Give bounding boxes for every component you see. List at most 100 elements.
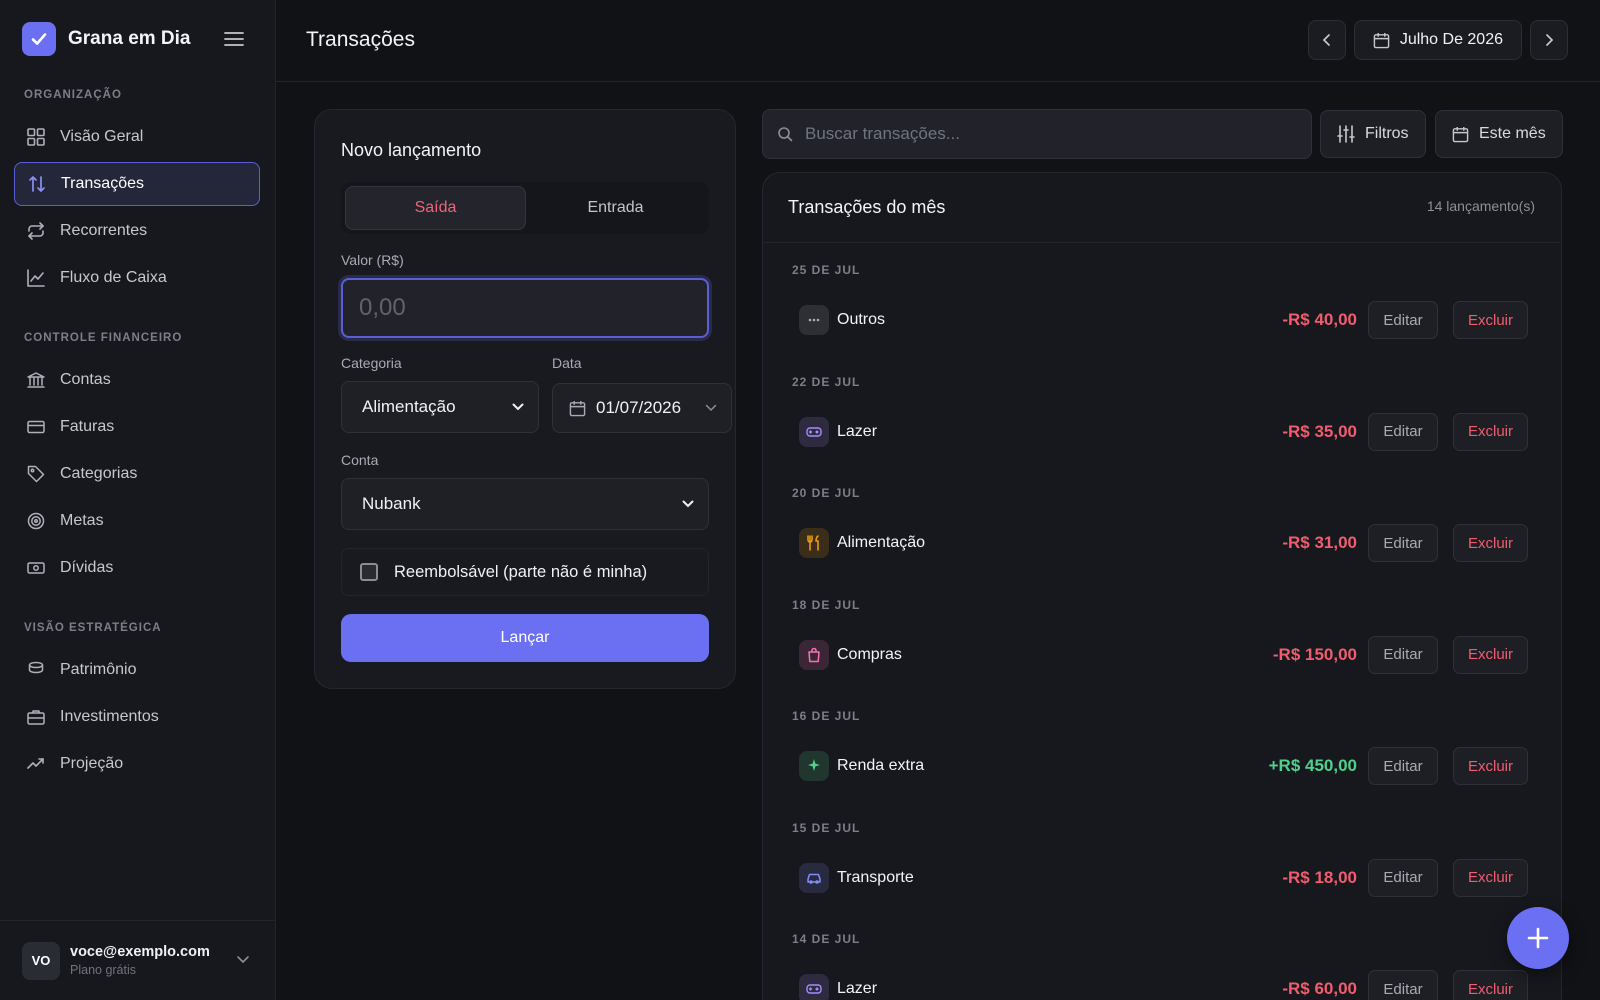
sidebar-item-metas[interactable]: Metas [14, 499, 260, 543]
sidebar-item-patrimonio[interactable]: Patrimônio [14, 648, 260, 692]
transaction-date: 14 DE JUL [792, 932, 861, 946]
sidebar-item-recorrentes[interactable]: Recorrentes [14, 209, 260, 253]
hamburger-menu-icon[interactable] [222, 27, 246, 51]
month-picker-button[interactable]: Julho De 2026 [1353, 20, 1522, 60]
transaction-group: 22 DE JUL Lazer -R$ 35,00 Editar Excluir [763, 355, 1561, 467]
transaction-date: 18 DE JUL [792, 597, 861, 612]
month-navigation: Julho De 2026 [1307, 20, 1568, 60]
transaction-name: Lazer [837, 980, 878, 997]
transactions-card: Transações do mês 14 lançamento(s) 25 DE… [762, 172, 1562, 1000]
date-label: Data [552, 355, 582, 371]
delete-button[interactable]: Excluir [1453, 412, 1528, 451]
account-select[interactable]: Nubank [341, 478, 709, 530]
sidebar-item-label: Visão Geral [60, 128, 144, 145]
transaction-date: 15 DE JUL [792, 820, 861, 835]
account-label: Conta [341, 452, 379, 468]
transaction-row: Alimentação -R$ 31,00 Editar Excluir [763, 524, 1561, 562]
transaction-name: Alimentação [837, 534, 926, 551]
chevron-down-icon[interactable] [236, 951, 250, 968]
edit-button[interactable]: Editar [1368, 747, 1438, 785]
database-icon [26, 660, 46, 680]
next-month-button[interactable] [1530, 20, 1568, 60]
period-button[interactable]: Este mês [1435, 110, 1563, 158]
sidebar: Grana em Dia ORGANIZAÇÃO Visão Geral Tra… [0, 0, 276, 1000]
category-select[interactable]: Alimentação [341, 381, 539, 433]
submit-button[interactable]: Lançar [341, 614, 709, 662]
edit-button[interactable]: Editar [1368, 524, 1438, 562]
delete-button[interactable]: Excluir [1453, 970, 1528, 1000]
utensils-icon [799, 528, 829, 558]
sidebar-item-label: Fluxo de Caixa [60, 269, 167, 286]
sidebar-item-label: Patrimônio [60, 661, 137, 678]
account-value: Nubank [362, 494, 421, 513]
calendar-icon [1452, 126, 1469, 142]
category-value: Alimentação [362, 397, 456, 416]
edit-button[interactable]: Editar [1368, 301, 1438, 339]
amount-label: Valor (R$) [341, 252, 404, 268]
page-title: Transações [306, 28, 415, 51]
transaction-row: Transporte -R$ 18,00 Editar Excluir [763, 858, 1561, 897]
amount-input[interactable] [341, 278, 709, 338]
transaction-name: Lazer [837, 422, 878, 440]
sidebar-item-label: Dívidas [60, 559, 114, 576]
tag-icon [26, 464, 46, 484]
form-title: Novo lançamento [341, 140, 482, 160]
transaction-group: 15 DE JUL Transporte -R$ 18,00 Editar Ex… [763, 801, 1561, 913]
sidebar-item-visao-geral[interactable]: Visão Geral [14, 115, 260, 159]
delete-button[interactable]: Excluir [1453, 747, 1528, 785]
delete-button[interactable]: Excluir [1453, 858, 1528, 897]
sidebar-item-projecao[interactable]: Projeção [14, 742, 260, 786]
add-transaction-button[interactable] [1507, 907, 1569, 969]
chevron-left-icon [1322, 34, 1330, 46]
sidebar-item-categorias[interactable]: Categorias [14, 452, 260, 496]
transaction-date: 25 DE JUL [792, 263, 861, 277]
transactions-header: Transações do mês 14 lançamento(s) [763, 173, 1561, 243]
transactions-list: 25 DE JUL Outros -R$ 40,00 Editar Exclui… [763, 243, 1561, 1000]
sidebar-item-transacoes[interactable]: Transações [14, 162, 260, 206]
chevron-right-icon [1546, 34, 1554, 46]
filters-button[interactable]: Filtros [1320, 110, 1426, 158]
sidebar-item-faturas[interactable]: Faturas [14, 405, 260, 449]
transaction-amount: -R$ 18,00 [1282, 867, 1357, 887]
search-input[interactable] [805, 124, 1285, 144]
tab-entrada[interactable]: Entrada [526, 186, 705, 230]
transaction-name: Transporte [837, 868, 914, 886]
transaction-amount: -R$ 60,00 [1282, 979, 1357, 998]
sidebar-item-investimentos[interactable]: Investimentos [14, 695, 260, 739]
transaction-amount: -R$ 35,00 [1282, 421, 1357, 441]
transaction-date: 22 DE JUL [792, 374, 861, 389]
calendar-icon [569, 400, 586, 416]
sidebar-item-fluxo-de-caixa[interactable]: Fluxo de Caixa [14, 256, 260, 300]
transaction-row: Lazer -R$ 35,00 Editar Excluir [763, 412, 1561, 451]
edit-button[interactable]: Editar [1368, 635, 1438, 674]
user-plan: Plano grátis [70, 963, 137, 977]
app-name: Grana em Dia [68, 28, 191, 49]
reimbursable-checkbox[interactable] [360, 563, 378, 581]
sidebar-item-dividas[interactable]: Dívidas [14, 546, 260, 590]
previous-month-button[interactable] [1307, 20, 1346, 60]
edit-button[interactable]: Editar [1368, 858, 1438, 897]
filters-label: Filtros [1365, 125, 1409, 142]
credit-card-icon [26, 417, 46, 437]
transaction-group: 14 DE JUL Lazer -R$ 60,00 Editar Excluir [763, 912, 1561, 1000]
transaction-date: 20 DE JUL [792, 486, 861, 500]
transaction-group: 18 DE JUL Compras -R$ 150,00 Editar Excl… [763, 578, 1561, 690]
sidebar-item-label: Investimentos [60, 708, 159, 725]
user-email: voce@exemplo.com [70, 944, 210, 960]
target-icon [26, 511, 46, 531]
delete-button[interactable]: Excluir [1453, 524, 1528, 562]
delete-button[interactable]: Excluir [1453, 301, 1528, 339]
edit-button[interactable]: Editar [1368, 970, 1438, 1000]
edit-button[interactable]: Editar [1368, 412, 1438, 451]
transaction-date: 16 DE JUL [792, 709, 861, 723]
period-label: Este mês [1479, 125, 1546, 142]
user-menu[interactable]: VO voce@exemplo.com Plano grátis [0, 920, 276, 1000]
transaction-amount: +R$ 450,00 [1268, 756, 1357, 775]
check-logo-icon [22, 22, 56, 56]
sidebar-item-label: Categorias [60, 465, 138, 482]
reimbursable-option[interactable]: Reembolsável (parte não é minha) [341, 548, 709, 596]
sidebar-item-contas[interactable]: Contas [14, 358, 260, 402]
delete-button[interactable]: Excluir [1453, 635, 1528, 674]
date-picker[interactable]: 01/07/2026 [552, 383, 732, 433]
tab-saida[interactable]: Saída [345, 186, 526, 230]
